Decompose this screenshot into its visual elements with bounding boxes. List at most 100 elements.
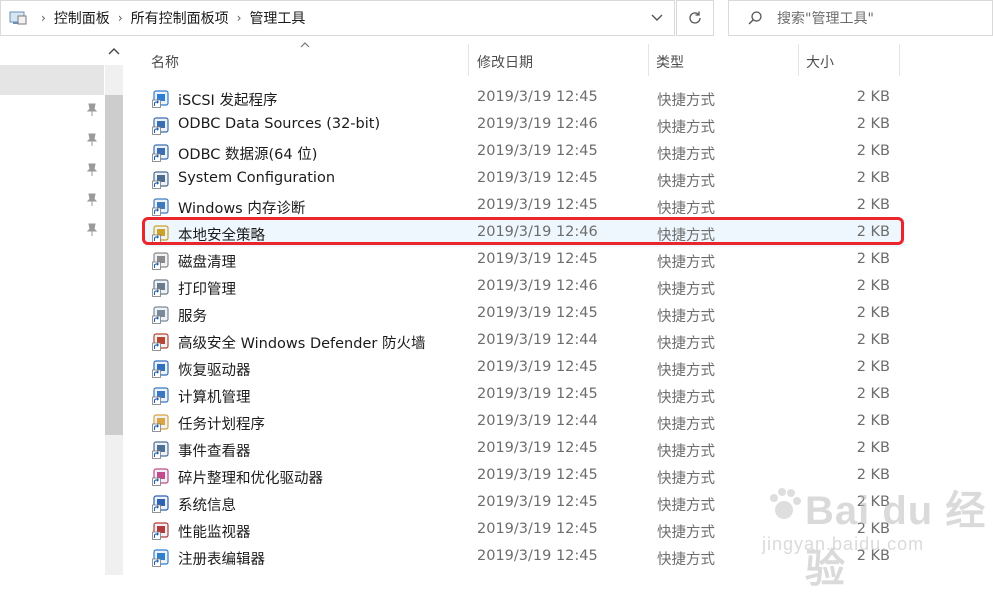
- pin-icon[interactable]: [86, 163, 98, 177]
- registry-editor-icon: [152, 548, 172, 567]
- chevron-up-icon[interactable]: [108, 45, 120, 59]
- file-date: 2019/3/19 12:45: [477, 548, 598, 564]
- breadcrumb-control-panel[interactable]: 控制面板: [54, 8, 110, 28]
- computer-management-icon: [152, 386, 172, 405]
- column-divider[interactable]: [468, 44, 469, 76]
- file-date: 2019/3/19 12:44: [477, 413, 598, 429]
- chevron-right-icon[interactable]: ›: [237, 11, 242, 25]
- file-row[interactable]: System Configuration 2019/3/19 12:45 快捷方式 2…: [145, 166, 905, 193]
- file-date: 2019/3/19 12:45: [477, 89, 598, 105]
- file-date: 2019/3/19 12:46: [477, 278, 598, 294]
- column-header-type[interactable]: 类型: [650, 44, 798, 76]
- nav-scrollbar-thumb[interactable]: [105, 95, 123, 435]
- system-config-icon: [152, 170, 172, 189]
- column-header-name[interactable]: 名称: [150, 44, 468, 76]
- column-header-size[interactable]: 大小: [800, 44, 900, 76]
- file-row[interactable]: 性能监视器 2019/3/19 12:45 快捷方式 2 KB: [145, 517, 905, 544]
- file-row[interactable]: 碎片整理和优化驱动器 2019/3/19 12:45 快捷方式 2 KB: [145, 463, 905, 490]
- file-type: 快捷方式: [657, 174, 715, 190]
- file-size: 2 KB: [856, 197, 890, 213]
- file-row[interactable]: 系统信息 2019/3/19 12:45 快捷方式 2 KB: [145, 490, 905, 517]
- file-name: 打印管理: [178, 282, 236, 298]
- pin-icon[interactable]: [86, 193, 98, 207]
- file-type: 快捷方式: [657, 525, 715, 541]
- file-type: 快捷方式: [657, 228, 715, 244]
- task-scheduler-icon: [152, 413, 172, 432]
- file-name: ODBC Data Sources (32-bit): [178, 116, 381, 132]
- file-date: 2019/3/19 12:44: [477, 332, 598, 348]
- chevron-right-icon[interactable]: ›: [41, 11, 46, 25]
- file-size: 2 KB: [856, 521, 890, 537]
- column-header-date[interactable]: 修改日期: [470, 44, 648, 76]
- address-bar[interactable]: › 控制面板 › 所有控制面板项 › 管理工具: [0, 0, 675, 36]
- file-size: 2 KB: [856, 359, 890, 375]
- firewall-icon: [152, 332, 172, 351]
- file-date: 2019/3/19 12:45: [477, 467, 598, 483]
- file-type: 快捷方式: [657, 309, 715, 325]
- file-name: 服务: [178, 309, 207, 325]
- refresh-button[interactable]: [676, 0, 714, 36]
- file-type: 快捷方式: [657, 552, 715, 568]
- search-box[interactable]: 搜索"管理工具": [728, 0, 993, 36]
- file-name: iSCSI 发起程序: [178, 93, 278, 109]
- file-row[interactable]: 本地安全策略 2019/3/19 12:46 快捷方式 2 KB: [145, 220, 905, 247]
- nav-selected-item[interactable]: [0, 65, 104, 95]
- search-input[interactable]: 搜索"管理工具": [777, 8, 874, 28]
- file-size: 2 KB: [856, 413, 890, 429]
- file-type: 快捷方式: [657, 255, 715, 271]
- column-divider[interactable]: [798, 44, 799, 76]
- file-date: 2019/3/19 12:46: [477, 116, 598, 132]
- file-date: 2019/3/19 12:45: [477, 440, 598, 456]
- file-row[interactable]: 事件查看器 2019/3/19 12:45 快捷方式 2 KB: [145, 436, 905, 463]
- file-row[interactable]: 服务 2019/3/19 12:45 快捷方式 2 KB: [145, 301, 905, 328]
- search-icon: [747, 10, 763, 26]
- file-row[interactable]: ODBC Data Sources (32-bit) 2019/3/19 12:4…: [145, 112, 905, 139]
- chevron-right-icon[interactable]: ›: [118, 11, 123, 25]
- file-name: 任务计划程序: [178, 417, 265, 433]
- file-size: 2 KB: [856, 278, 890, 294]
- file-list: iSCSI 发起程序 2019/3/19 12:45 快捷方式 2 KB ODBC Da…: [145, 85, 905, 571]
- file-row[interactable]: iSCSI 发起程序 2019/3/19 12:45 快捷方式 2 KB: [145, 85, 905, 112]
- file-date: 2019/3/19 12:46: [477, 224, 598, 240]
- pin-icon[interactable]: [86, 103, 98, 117]
- file-row[interactable]: 恢复驱动器 2019/3/19 12:45 快捷方式 2 KB: [145, 355, 905, 382]
- system-info-icon: [152, 494, 172, 513]
- file-name: 系统信息: [178, 498, 236, 514]
- file-name: 计算机管理: [178, 390, 251, 406]
- file-type: 快捷方式: [657, 93, 715, 109]
- file-row[interactable]: 计算机管理 2019/3/19 12:45 快捷方式 2 KB: [145, 382, 905, 409]
- performance-monitor-icon: [152, 521, 172, 540]
- column-divider[interactable]: [899, 44, 900, 76]
- pin-icon[interactable]: [86, 133, 98, 147]
- file-size: 2 KB: [856, 116, 890, 132]
- file-size: 2 KB: [856, 224, 890, 240]
- file-type: 快捷方式: [657, 201, 715, 217]
- file-row[interactable]: 高级安全 Windows Defender 防火墙 2019/3/19 12:44…: [145, 328, 905, 355]
- file-date: 2019/3/19 12:45: [477, 197, 598, 213]
- services-icon: [152, 305, 172, 324]
- file-date: 2019/3/19 12:45: [477, 386, 598, 402]
- file-size: 2 KB: [856, 332, 890, 348]
- column-name-label: 名称: [151, 55, 179, 71]
- column-size-label: 大小: [806, 55, 834, 71]
- file-row[interactable]: 打印管理 2019/3/19 12:46 快捷方式 2 KB: [145, 274, 905, 301]
- file-row[interactable]: 注册表编辑器 2019/3/19 12:45 快捷方式 2 KB: [145, 544, 905, 571]
- file-row[interactable]: ODBC 数据源(64 位) 2019/3/19 12:45 快捷方式 2 KB: [145, 139, 905, 166]
- file-row[interactable]: 任务计划程序 2019/3/19 12:44 快捷方式 2 KB: [145, 409, 905, 436]
- file-row[interactable]: 磁盘清理 2019/3/19 12:45 快捷方式 2 KB: [145, 247, 905, 274]
- file-size: 2 KB: [856, 251, 890, 267]
- file-row[interactable]: Windows 内存诊断 2019/3/19 12:45 快捷方式 2 KB: [145, 193, 905, 220]
- breadcrumb-all-items[interactable]: 所有控制面板项: [131, 8, 229, 28]
- file-size: 2 KB: [856, 143, 890, 159]
- iscsi-icon: [152, 89, 172, 108]
- file-type: 快捷方式: [657, 498, 715, 514]
- address-history-dropdown[interactable]: [650, 10, 664, 24]
- column-divider[interactable]: [648, 44, 649, 76]
- pin-icon[interactable]: [86, 223, 98, 237]
- file-name: System Configuration: [178, 170, 336, 186]
- file-name: 性能监视器: [178, 525, 251, 541]
- file-date: 2019/3/19 12:45: [477, 305, 598, 321]
- file-type: 快捷方式: [657, 282, 715, 298]
- breadcrumb-admin-tools[interactable]: 管理工具: [249, 8, 305, 28]
- file-type: 快捷方式: [657, 336, 715, 352]
